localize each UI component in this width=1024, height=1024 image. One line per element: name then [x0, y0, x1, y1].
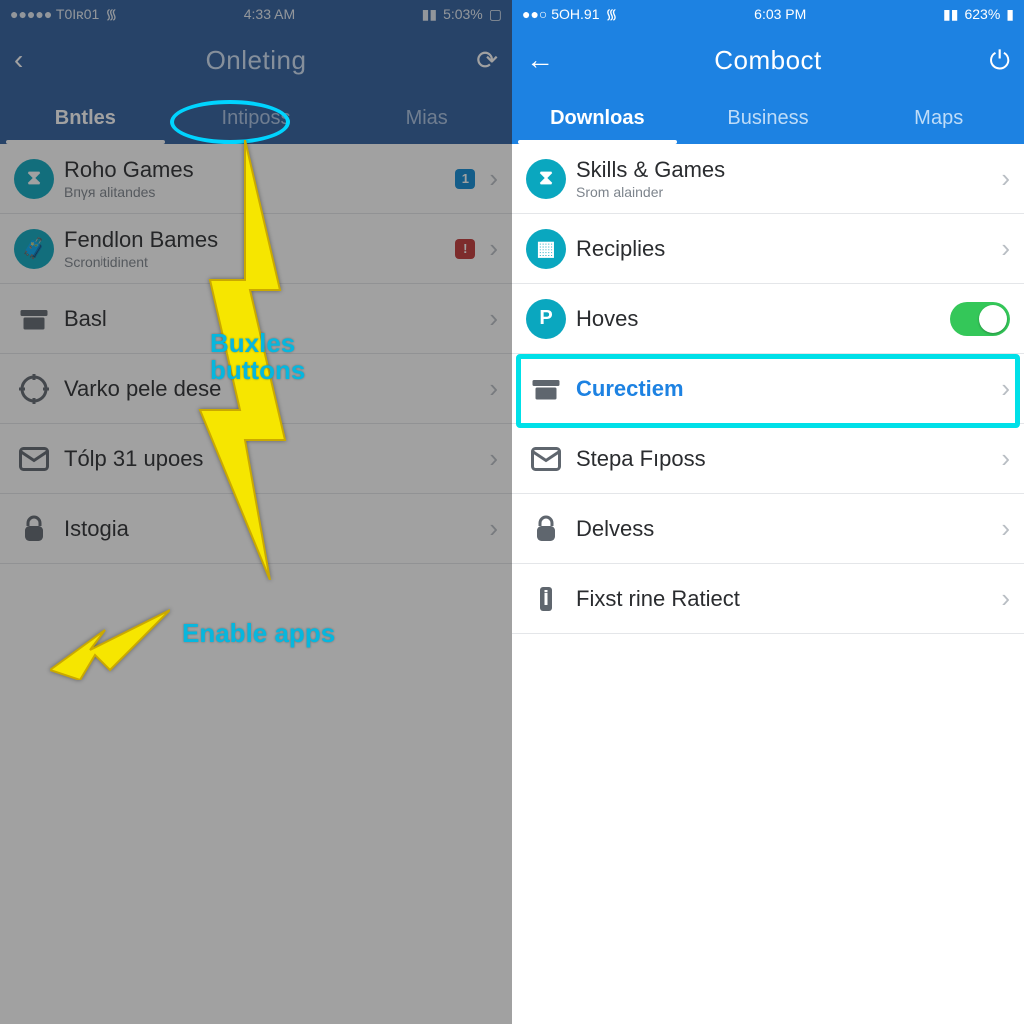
header: ‹ Onleting ⟳ Bntles Intiposs Mias [0, 28, 512, 144]
mail-icon [10, 441, 58, 477]
battery-text: 623% [964, 6, 1000, 22]
tab-bar: Downloas Business Маps [512, 92, 1024, 144]
lock-icon [522, 511, 570, 547]
info-icon [522, 581, 570, 617]
wifi-icon: ᯾ [606, 5, 618, 24]
tab-bar: Bntles Intiposs Mias [0, 92, 512, 144]
chevron-right-icon: › [993, 513, 1010, 544]
chevron-right-icon: › [481, 513, 498, 544]
list-item[interactable]: Varko pele dese › [0, 354, 512, 424]
chevron-right-icon: › [481, 373, 498, 404]
statusbar-time: 4:33 AM [244, 6, 295, 22]
list-item[interactable]: Tólp 31 upoes › [0, 424, 512, 494]
tab-bntles[interactable]: Bntles [0, 92, 171, 144]
target-icon [10, 371, 58, 407]
status-bar: ●●●●● T0Iʀ01 ᯾ 4:33 AM ▮▮ 5:03% ▢ [0, 0, 512, 28]
list: ⧗ Skills & GamesSrom alainder › ▦ Recipl… [512, 144, 1024, 634]
chevron-right-icon: › [993, 583, 1010, 614]
chevron-right-icon: › [993, 233, 1010, 264]
tab-business[interactable]: Business [683, 92, 854, 144]
battery-icon: ▢ [489, 6, 502, 23]
statusbar-carrier: ●●○ 5OH.91 [522, 6, 600, 22]
mail-icon [522, 441, 570, 477]
list-item[interactable]: Basl › [0, 284, 512, 354]
list-item[interactable]: Istogia › [0, 494, 512, 564]
chevron-right-icon: › [481, 233, 498, 264]
power-icon[interactable]: ⏻ [989, 47, 1010, 73]
signal-icon: ▮▮ [422, 6, 437, 23]
right-phone: ●●○ 5OH.91 ᯾ 6:03 PM ▮▮ 623% ▮ ← Comboct… [512, 0, 1024, 1024]
briefcase-icon: 🧳 [10, 229, 58, 269]
tab-intiposs[interactable]: Intiposs [171, 92, 342, 144]
status-bar: ●●○ 5OH.91 ᯾ 6:03 PM ▮▮ 623% ▮ [512, 0, 1024, 28]
chevron-right-icon: › [481, 163, 498, 194]
battery-icon: ▮ [1006, 6, 1014, 23]
toggle-switch[interactable] [950, 302, 1010, 336]
tab-downloas[interactable]: Downloas [512, 92, 683, 144]
page-title: Comboct [714, 45, 822, 76]
list-item[interactable]: Fixst rine Ratiect › [512, 564, 1024, 634]
list-item[interactable]: Stepa Fıposs › [512, 424, 1024, 494]
list-item[interactable]: Curectiem › [512, 354, 1024, 424]
back-button[interactable]: ‹ [14, 46, 23, 74]
statusbar-time: 6:03 PM [754, 6, 806, 22]
back-button[interactable]: ← [526, 46, 554, 74]
signal-icon: ▮▮ [943, 6, 958, 23]
badge: ! [455, 239, 475, 259]
list-item[interactable]: ▦ Reciplies › [512, 214, 1024, 284]
archive-icon [10, 301, 58, 337]
chevron-right-icon: › [481, 303, 498, 334]
list-item[interactable]: Delvess › [512, 494, 1024, 564]
p-icon: P [522, 299, 570, 339]
hourglass-icon: ⧗ [522, 159, 570, 199]
left-phone: ●●●●● T0Iʀ01 ᯾ 4:33 AM ▮▮ 5:03% ▢ ‹ Onle… [0, 0, 512, 1024]
refresh-icon[interactable]: ⟳ [476, 47, 498, 73]
badge: 1 [455, 169, 475, 189]
page-title: Onleting [206, 45, 307, 76]
chevron-right-icon: › [993, 373, 1010, 404]
picture-icon: ▦ [522, 229, 570, 269]
lock-icon [10, 511, 58, 547]
wifi-icon: ᯾ [105, 5, 117, 24]
tab-mias[interactable]: Mias [341, 92, 512, 144]
archive-icon [522, 371, 570, 407]
list-item[interactable]: ⧗ Roho GamesBпγя alitandes 1 › [0, 144, 512, 214]
tab-maps[interactable]: Маps [853, 92, 1024, 144]
list-item-hoves[interactable]: P Hoves [512, 284, 1024, 354]
hourglass-icon: ⧗ [10, 159, 58, 199]
chevron-right-icon: › [993, 443, 1010, 474]
chevron-right-icon: › [481, 443, 498, 474]
list: ⧗ Roho GamesBпγя alitandes 1 › 🧳 Fendlon… [0, 144, 512, 564]
list-item[interactable]: 🧳 Fendlon BamesScronʲtidinent ! › [0, 214, 512, 284]
list-item[interactable]: ⧗ Skills & GamesSrom alainder › [512, 144, 1024, 214]
header: ← Comboct ⏻ Downloas Business Маps [512, 28, 1024, 144]
chevron-right-icon: › [993, 163, 1010, 194]
battery-text: 5:03% [443, 6, 483, 22]
statusbar-carrier: ●●●●● T0Iʀ01 [10, 6, 99, 22]
